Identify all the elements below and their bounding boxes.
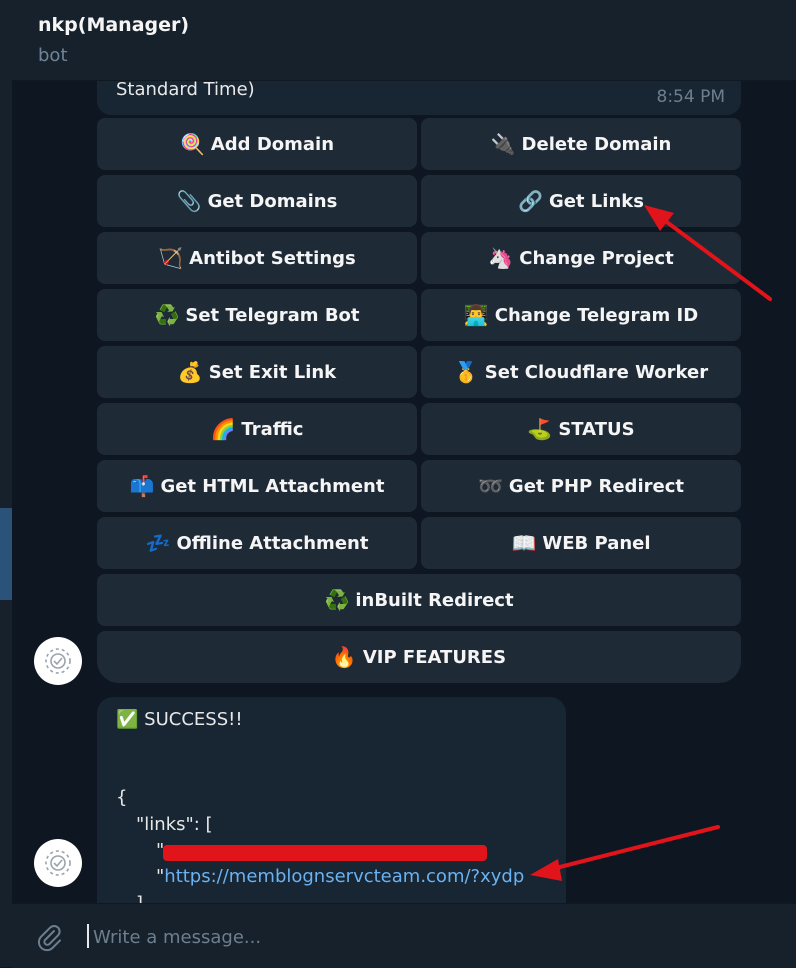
technologist-icon: 👨‍💻: [463, 303, 489, 327]
message-input[interactable]: [91, 918, 775, 956]
message-text: Standard Time): [116, 81, 255, 100]
chat-subtitle: bot: [38, 45, 68, 66]
button-label: Get Domains: [207, 190, 338, 212]
recycle-icon: ♻️: [324, 588, 350, 612]
medal-icon: 🥇: [453, 360, 479, 384]
inbuilt-redirect-button[interactable]: ♻️ inBuilt Redirect: [97, 574, 741, 626]
button-label: Antibot Settings: [189, 247, 356, 269]
success-text: SUCCESS!!: [144, 709, 243, 730]
button-label: Get HTML Attachment: [160, 475, 385, 497]
button-label: inBuilt Redirect: [355, 589, 514, 611]
gear-logo-icon: [45, 850, 71, 876]
json-bracket-close: ]: [136, 893, 143, 903]
json-brace-open: {: [116, 787, 128, 808]
set-telegram-bot-button[interactable]: ♻️ Set Telegram Bot: [97, 289, 417, 341]
unicorn-icon: 🦄: [488, 246, 514, 270]
get-html-attachment-button[interactable]: 📫 Get HTML Attachment: [97, 460, 417, 512]
change-telegram-id-button[interactable]: 👨‍💻 Change Telegram ID: [421, 289, 741, 341]
loop-icon: ➿: [478, 474, 503, 498]
success-line: ✅ SUCCESS!!: [116, 709, 243, 730]
button-label: STATUS: [558, 418, 635, 440]
change-project-button[interactable]: 🦄 Change Project: [421, 232, 741, 284]
plug-icon: 🔌: [490, 132, 516, 156]
lollipop-icon: 🍭: [179, 132, 205, 156]
traffic-button[interactable]: 🌈 Traffic: [97, 403, 417, 455]
arrow-to-new-link: [546, 825, 720, 872]
set-exit-link-button[interactable]: 💰 Set Exit Link: [97, 346, 417, 398]
text-cursor: [87, 924, 89, 948]
get-links-button[interactable]: 🔗 Get Links: [421, 175, 741, 227]
button-label: Traffic: [241, 418, 304, 440]
flag-icon: ⛳: [527, 417, 553, 441]
rainbow-icon: 🌈: [210, 417, 236, 441]
json-links-key: "links": [: [136, 814, 213, 835]
delete-domain-button[interactable]: 🔌 Delete Domain: [421, 118, 741, 170]
left-strip: [0, 0, 12, 967]
button-label: Get PHP Redirect: [508, 475, 684, 497]
gear-logo-icon: [45, 648, 71, 674]
button-label: Change Telegram ID: [494, 304, 699, 326]
button-label: Set Telegram Bot: [185, 304, 360, 326]
bot-avatar[interactable]: [34, 839, 82, 887]
button-label: Set Cloudflare Worker: [484, 361, 709, 383]
paperclip-icon[interactable]: [34, 922, 64, 952]
recycle-icon: ♻️: [154, 303, 180, 327]
button-label: Get Links: [548, 190, 644, 212]
set-cloudflare-worker-button[interactable]: 🥇 Set Cloudflare Worker: [421, 346, 741, 398]
web-panel-button[interactable]: 📖 WEB Panel: [421, 517, 741, 569]
money-bag-icon: 💰: [177, 360, 203, 384]
antibot-settings-button[interactable]: 🏹 Antibot Settings: [97, 232, 417, 284]
vip-features-button[interactable]: 🔥 VIP FEATURES: [97, 631, 741, 683]
redaction-mark: [163, 845, 487, 861]
message-composer: [12, 903, 796, 968]
check-mark-icon: ✅: [116, 709, 139, 730]
chat-header[interactable]: nkp(Manager) bot: [12, 0, 796, 81]
fire-icon: 🔥: [331, 645, 357, 669]
button-label: Offline Attachment: [176, 532, 369, 554]
message-bubble-top: Standard Time) 8:54 PM: [97, 81, 741, 115]
message-bubble-result: ✅ SUCCESS!! { "links": [ " "https://memb…: [97, 697, 566, 903]
add-domain-button[interactable]: 🍭 Add Domain: [97, 118, 417, 170]
left-scroll-accent[interactable]: [0, 508, 12, 600]
json-link-2: "https://memblognservcteam.com/?xydp: [156, 866, 524, 887]
button-label: Change Project: [519, 247, 674, 269]
paperclips-icon: 📎: [176, 189, 202, 213]
offline-attachment-button[interactable]: 💤 Offline Attachment: [97, 517, 417, 569]
link-url[interactable]: https://memblognservcteam.com/?xydp: [164, 866, 524, 887]
get-php-redirect-button[interactable]: ➿ Get PHP Redirect: [421, 460, 741, 512]
bow-arrow-icon: 🏹: [158, 246, 184, 270]
chat-title[interactable]: nkp(Manager): [38, 14, 189, 36]
button-label: VIP FEATURES: [362, 646, 507, 668]
mailbox-icon: 📫: [129, 474, 155, 498]
book-icon: 📖: [511, 531, 537, 555]
button-label: Add Domain: [210, 133, 335, 155]
bot-avatar[interactable]: [34, 637, 82, 685]
chat-area: Standard Time) 8:54 PM 🍭 Add Domain 🔌 Dele…: [12, 81, 796, 903]
button-label: Delete Domain: [521, 133, 672, 155]
zzz-icon: 💤: [145, 531, 171, 555]
message-time: 8:54 PM: [656, 87, 726, 107]
status-button[interactable]: ⛳ STATUS: [421, 403, 741, 455]
button-label: WEB Panel: [542, 532, 651, 554]
link-icon: 🔗: [518, 189, 543, 213]
get-domains-button[interactable]: 📎 Get Domains: [97, 175, 417, 227]
button-label: Set Exit Link: [208, 361, 337, 383]
